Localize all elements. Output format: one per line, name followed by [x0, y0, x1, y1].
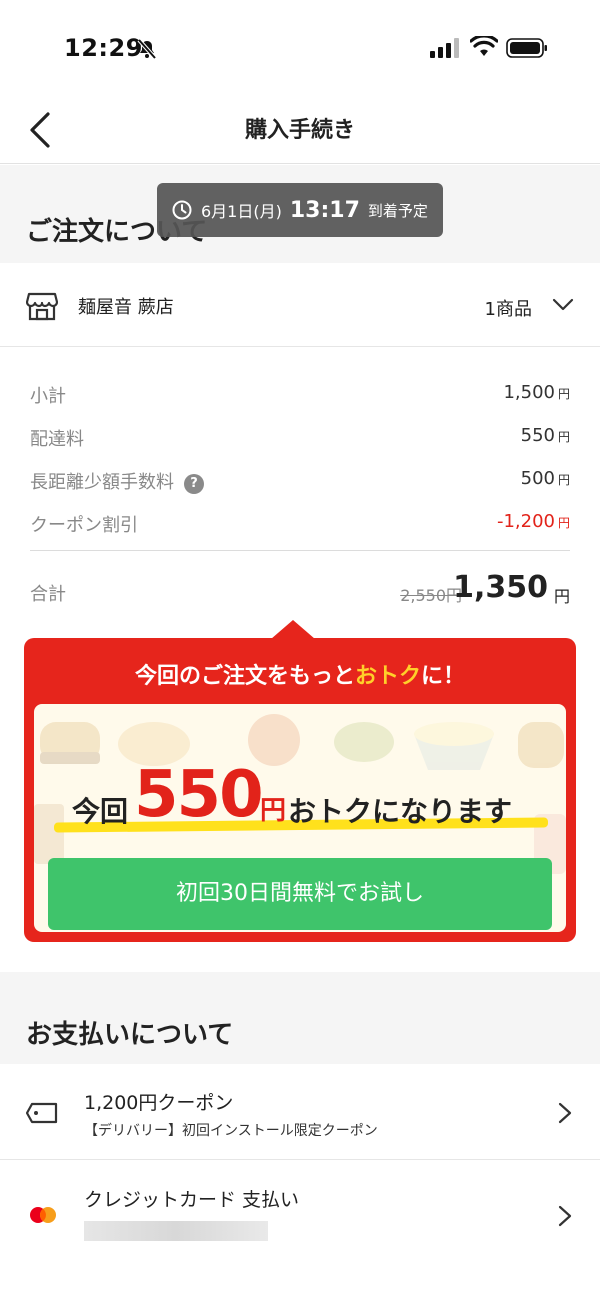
- section-title-payment: お支払いについて: [26, 1020, 234, 1050]
- nav-bar: 購入手続き: [0, 96, 600, 164]
- chevron-right-icon: [558, 1102, 572, 1124]
- summary-row-subtotal: 小計 1,500 円: [30, 370, 570, 413]
- eta-date: 6月1日(月): [201, 202, 282, 221]
- mastercard-icon: [30, 1207, 56, 1223]
- coupon-subtitle: 【デリバリー】初回インストール限定クーポン: [84, 1123, 378, 1139]
- eta-time: 13:17: [289, 197, 360, 223]
- summary-label: 配達料: [30, 429, 84, 450]
- status-bar: 12:29: [0, 0, 600, 96]
- summary-divider: [30, 550, 570, 551]
- signal-icon: [430, 38, 459, 58]
- card-number-masked: [84, 1221, 268, 1241]
- summary-row-coupon-discount: クーポン割引 -1,200 円: [30, 499, 570, 542]
- total-unit: 円: [553, 587, 570, 606]
- item-count: 1商品: [484, 299, 532, 320]
- promo-suffix: おトクになります: [288, 795, 513, 828]
- promo-savings-message: 今回 550 円 おトクになります: [72, 758, 542, 834]
- battery-icon: [506, 38, 547, 58]
- bell-off-icon: [137, 38, 157, 60]
- eta-label: 到着予定: [367, 201, 428, 220]
- eta-badge: 6月1日(月) 13:17 到着予定: [157, 183, 443, 237]
- summary-label: 小計: [30, 386, 66, 407]
- total-row: 合計 2,550円 1,350 円: [30, 566, 570, 616]
- status-time: 12:29: [64, 34, 143, 62]
- card-title: クレジットカード 支払い: [84, 1189, 300, 1211]
- payment-section-header: お支払いについて: [0, 972, 600, 1064]
- page-title: 購入手続き: [244, 118, 355, 143]
- chevron-right-icon: [558, 1205, 572, 1227]
- store-name: 麺屋音 蕨店: [78, 297, 174, 318]
- summary-value: 1,500 円: [503, 382, 570, 403]
- coupon-ticket-icon: [26, 1102, 58, 1124]
- chevron-down-icon[interactable]: [552, 295, 574, 313]
- promo-yen: 円: [260, 796, 287, 826]
- promo-banner: 今回のご注文をもっとおトクに！ 今回 550 円 おトクになります 初回30日間: [24, 638, 576, 942]
- store-icon: [26, 292, 58, 321]
- promo-prefix: 今回: [72, 795, 129, 828]
- promo-pointer: [271, 620, 315, 639]
- summary-value: 500 円: [520, 468, 570, 489]
- summary-label: クーポン割引: [30, 515, 138, 536]
- clock-icon: [172, 200, 192, 220]
- summary-value: 550 円: [520, 425, 570, 446]
- help-icon[interactable]: ?: [184, 474, 204, 494]
- total-price: 1,350: [453, 570, 548, 605]
- summary-value-discount: -1,200 円: [496, 511, 570, 532]
- wifi-icon: [470, 36, 498, 56]
- credit-card-row[interactable]: クレジットカード 支払い: [0, 1161, 600, 1257]
- coupon-title: 1,200円クーポン: [84, 1092, 234, 1114]
- promo-card: 今回 550 円 おトクになります 初回30日間無料でお試し: [34, 704, 566, 932]
- store-row[interactable]: 麺屋音 蕨店 1商品: [0, 263, 600, 347]
- coupon-row[interactable]: 1,200円クーポン 【デリバリー】初回インストール限定クーポン: [0, 1064, 600, 1160]
- summary-row-long-distance-fee: 長距離少額手数料? 500 円: [30, 456, 570, 499]
- promo-savings-amount: 550: [134, 758, 264, 832]
- price-summary: 小計 1,500 円 配達料 550 円 長距離少額手数料? 500 円 クーポン割引…: [30, 370, 570, 542]
- free-trial-button[interactable]: 初回30日間無料でお試し: [48, 858, 552, 930]
- promo-headline: 今回のご注文をもっとおトクに！: [134, 664, 466, 689]
- summary-row-delivery-fee: 配達料 550 円: [30, 413, 570, 456]
- total-label: 合計: [30, 584, 66, 605]
- summary-label: 長距離少額手数料?: [30, 468, 204, 494]
